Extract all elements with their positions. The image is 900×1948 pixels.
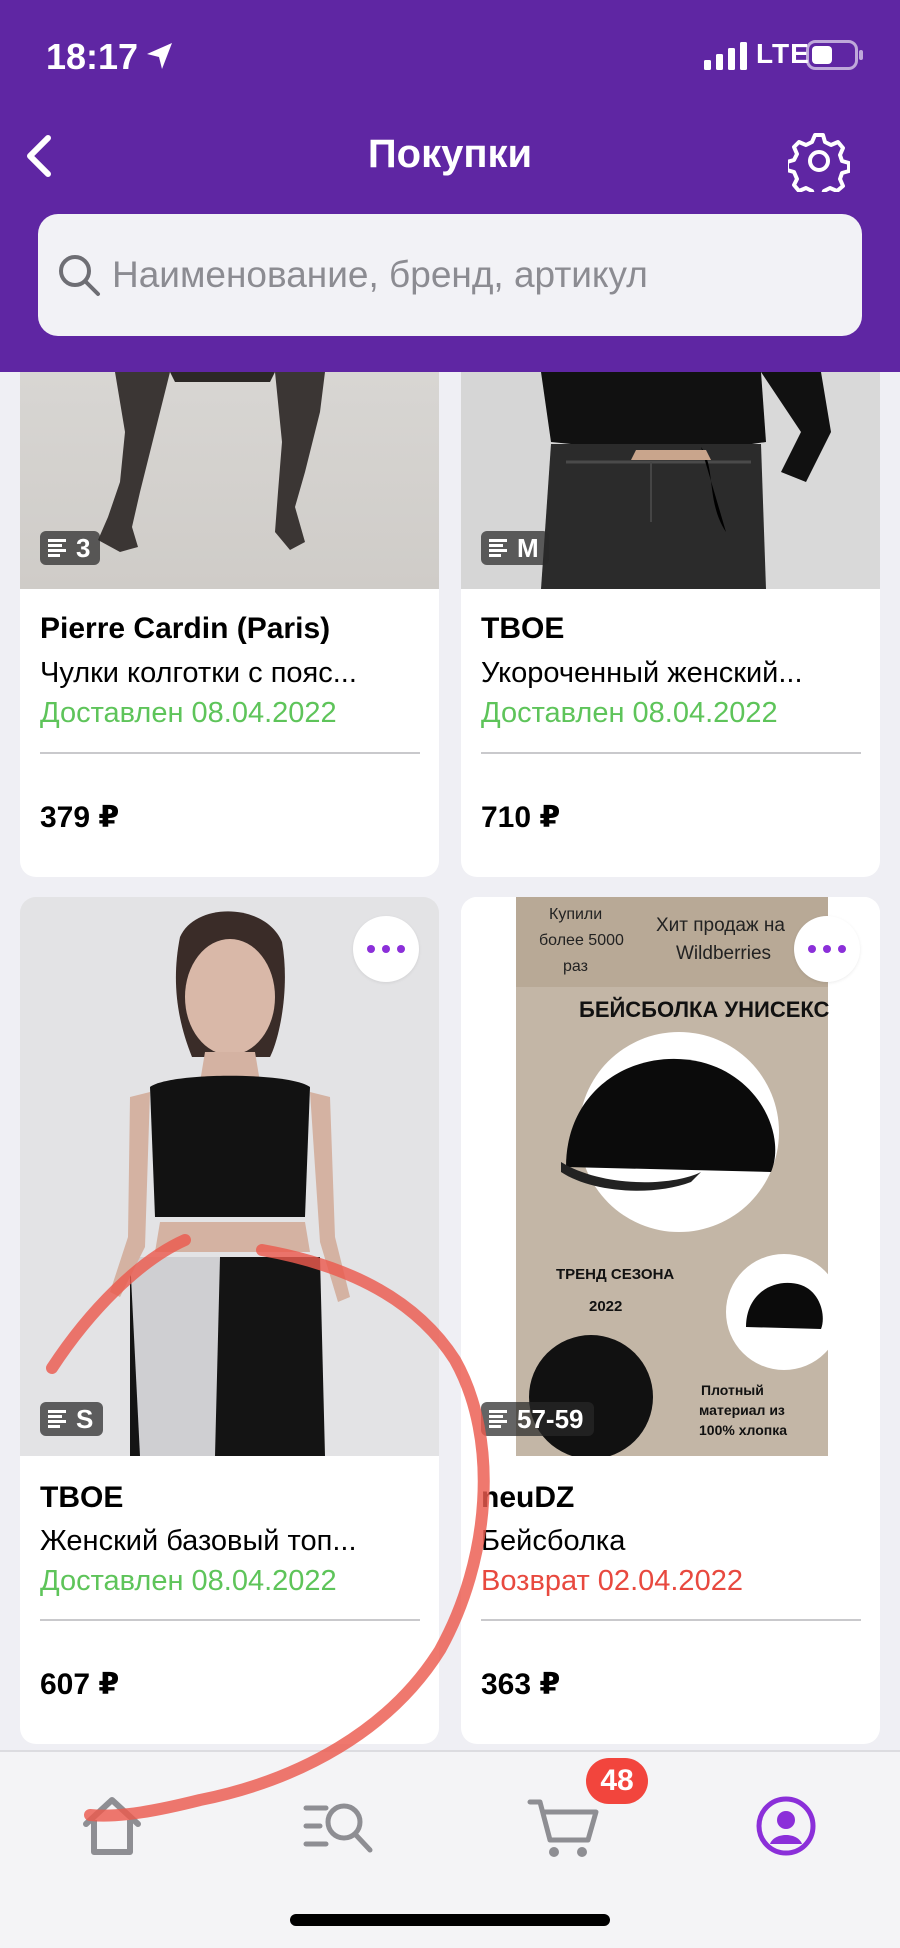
size-badge: S [40, 1402, 104, 1436]
product-card[interactable]: S TBOE Женский базовый топ... Доставлен … [20, 897, 439, 1744]
product-name: Женский базовый топ... [40, 1525, 357, 1557]
more-dots-icon [808, 945, 816, 953]
product-card[interactable]: Купили более 5000 раз Хит продаж на Wild… [461, 897, 880, 1744]
product-image-cap: Купили более 5000 раз Хит продаж на Wild… [516, 897, 842, 1456]
size-label: M [517, 532, 539, 563]
product-brand: neuDZ [481, 1481, 575, 1514]
list-icon [48, 539, 66, 557]
svg-text:ТРЕНД СЕЗОНА: ТРЕНД СЕЗОНА [556, 1266, 674, 1283]
size-badge: M [481, 531, 549, 565]
list-icon [489, 1410, 507, 1428]
network-label: LTE [756, 38, 810, 69]
delivery-status: Доставлен 08.04.2022 [40, 1565, 337, 1597]
product-photo [20, 897, 439, 1456]
product-name: Чулки колготки с пояс... [40, 657, 357, 689]
product-brand: TBOE [40, 1481, 124, 1514]
signal-icon [704, 42, 747, 70]
more-dots-icon [367, 945, 375, 953]
more-options-button[interactable] [353, 916, 419, 982]
product-card[interactable]: 3 Pierre Cardin (Paris) Чулки колготки с… [20, 372, 439, 877]
return-status: Возврат 02.04.2022 [481, 1565, 743, 1597]
size-badge: 3 [40, 531, 101, 565]
product-card[interactable]: M TBOE Укороченный женский... Доставлен … [461, 372, 880, 877]
product-price: 379 ₽ [40, 801, 120, 834]
catalog-search-icon[interactable] [298, 1786, 378, 1866]
home-indicator [290, 1914, 610, 1926]
product-name: Укороченный женский... [481, 657, 803, 689]
product-brand: Pierre Cardin (Paris) [40, 612, 331, 645]
svg-text:материал из: материал из [699, 1402, 785, 1418]
product-photo: Купили более 5000 раз Хит продаж на Wild… [461, 897, 880, 1456]
size-label: 57-59 [517, 1403, 584, 1434]
product-price: 710 ₽ [481, 801, 561, 834]
svg-text:Wildberries: Wildberries [676, 943, 771, 964]
search-icon [59, 255, 100, 296]
divider [40, 1619, 420, 1621]
more-options-button[interactable] [794, 916, 860, 982]
search-input[interactable] [112, 214, 842, 336]
size-badge: 57-59 [481, 1402, 594, 1436]
svg-text:Плотный: Плотный [701, 1382, 764, 1398]
delivery-status: Доставлен 08.04.2022 [481, 697, 778, 729]
svg-text:раз: раз [563, 958, 588, 975]
product-name: Бейсболка [481, 1525, 626, 1557]
home-icon[interactable] [72, 1786, 152, 1866]
delivery-status: Доставлен 08.04.2022 [40, 697, 337, 729]
cart-count-badge: 48 [586, 1758, 648, 1804]
cart-icon[interactable] [524, 1786, 604, 1866]
svg-text:100% хлопка: 100% хлопка [699, 1422, 787, 1438]
svg-text:Хит продаж на: Хит продаж на [656, 915, 785, 936]
list-icon [48, 1410, 66, 1428]
product-brand: TBOE [481, 612, 565, 645]
product-price: 607 ₽ [40, 1668, 120, 1701]
page-title: Покупки [367, 132, 533, 176]
gear-icon[interactable] [788, 130, 850, 192]
svg-text:БЕЙСБОЛКА УНИСЕКС: БЕЙСБОЛКА УНИСЕКС [579, 997, 830, 1022]
image-text: Купили [549, 906, 602, 923]
battery-icon [806, 40, 863, 70]
list-icon [489, 539, 507, 557]
search-field[interactable] [38, 214, 862, 336]
size-label: 3 [76, 532, 91, 563]
location-arrow-icon [147, 43, 172, 69]
product-price: 363 ₽ [481, 1668, 561, 1701]
divider [40, 752, 420, 754]
status-time: 18:17 [46, 36, 139, 77]
app-header: 18:17 LTE Покупки [0, 0, 900, 372]
size-label: S [76, 1403, 94, 1434]
divider [481, 752, 861, 754]
svg-text:2022: 2022 [589, 1298, 622, 1315]
divider [481, 1619, 861, 1621]
profile-icon[interactable] [746, 1786, 826, 1866]
svg-text:более 5000: более 5000 [539, 932, 624, 949]
